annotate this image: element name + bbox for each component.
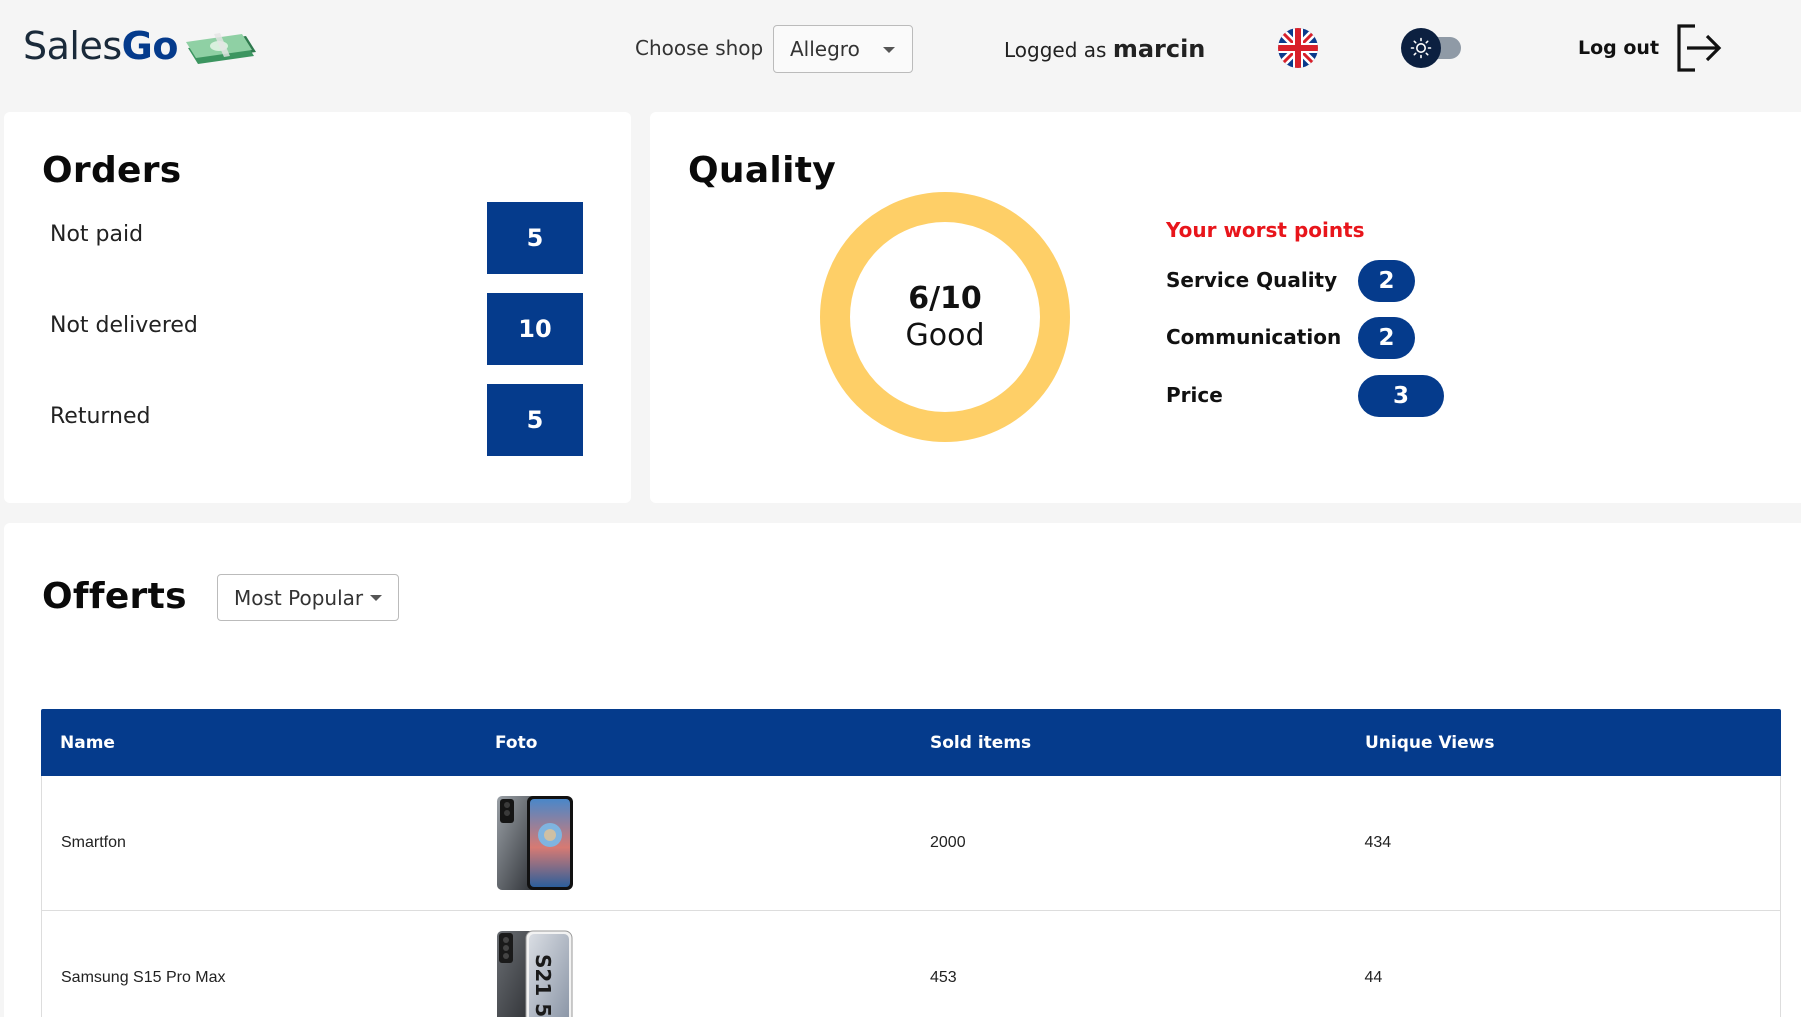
- quality-score-display: 6/10 Good: [820, 192, 1070, 442]
- worst-point-label: Price: [1166, 383, 1223, 407]
- table-row[interactable]: Samsung S15 Pro Max S21 5G 453 44: [41, 911, 1781, 1017]
- worst-point-badge: 2: [1358, 260, 1415, 302]
- orders-card: Orders Not paid 5 Not delivered 10 Retur…: [4, 112, 631, 503]
- order-label: Not delivered: [50, 313, 198, 338]
- order-count-badge[interactable]: 10: [487, 293, 583, 365]
- toggle-knob: [1401, 28, 1441, 68]
- worst-point-label: Communication: [1166, 325, 1342, 349]
- choose-shop-label: Choose shop: [635, 36, 764, 60]
- worst-points-title: Your worst points: [1166, 218, 1365, 242]
- theme-toggle[interactable]: [1401, 28, 1461, 68]
- smartphone-photo: S21 5G: [496, 930, 572, 1017]
- orders-title: Orders: [42, 150, 182, 191]
- app-logo[interactable]: SalesGo: [23, 24, 178, 68]
- quality-title: Quality: [688, 150, 836, 191]
- logout-button[interactable]: Log out: [1578, 20, 1723, 76]
- order-label: Returned: [50, 404, 151, 429]
- offer-photo-cell: [477, 795, 912, 891]
- column-header-sold-items[interactable]: Sold items: [911, 733, 1346, 753]
- order-row-returned: Returned 5: [4, 384, 631, 456]
- offer-sold-items: 2000: [930, 834, 966, 851]
- uk-flag-icon[interactable]: [1278, 28, 1318, 68]
- offer-unique-views: 434: [1364, 834, 1392, 851]
- offer-name: Samsung S15 Pro Max: [61, 969, 226, 986]
- table-row[interactable]: Smartfon 2000 434: [41, 776, 1781, 911]
- worst-point-badge: 3: [1358, 375, 1444, 417]
- order-row-not-paid: Not paid 5: [4, 202, 631, 274]
- shop-select-value: Allegro: [790, 37, 860, 61]
- table-header: Name Foto Sold items Unique Views: [41, 709, 1781, 776]
- sort-select-value: Most Popular: [234, 585, 364, 610]
- worst-point-price: Price 3: [1166, 375, 1566, 417]
- offers-title: Offerts: [42, 576, 187, 617]
- order-count-badge[interactable]: 5: [487, 384, 583, 456]
- worst-point-communication: Communication 2: [1166, 317, 1566, 359]
- offers-card: Offerts Most Popular Name Foto Sold item…: [4, 523, 1801, 1017]
- sun-icon: [1410, 37, 1432, 59]
- chevron-down-icon: [883, 47, 895, 53]
- logged-user-text: Logged as marcin: [1004, 35, 1205, 63]
- smartphone-photo: [496, 796, 573, 890]
- order-count-badge[interactable]: 5: [487, 202, 583, 274]
- offers-table: Name Foto Sold items Unique Views Smartf…: [41, 709, 1781, 1017]
- top-bar: SalesGo Choose shop Allegro Logged as ma…: [0, 0, 1801, 100]
- quality-rating: Good: [905, 318, 985, 353]
- logo-text-go: Go: [121, 24, 179, 68]
- offers-sort-select[interactable]: Most Popular: [217, 574, 399, 621]
- column-header-foto[interactable]: Foto: [476, 733, 911, 753]
- logout-icon: [1677, 24, 1722, 72]
- worst-point-service-quality: Service Quality 2: [1166, 260, 1566, 302]
- svg-text:S21 5G: S21 5G: [531, 954, 555, 1017]
- column-header-name[interactable]: Name: [41, 733, 476, 753]
- worst-point-label: Service Quality: [1166, 268, 1338, 292]
- order-row-not-delivered: Not delivered 10: [4, 293, 631, 365]
- quality-card: Quality 6/10 Good Your worst points Serv…: [650, 112, 1801, 503]
- worst-point-badge: 2: [1358, 317, 1415, 359]
- chevron-down-icon: [370, 595, 382, 601]
- username: marcin: [1112, 35, 1206, 63]
- logo-text-sales: Sales: [23, 24, 122, 68]
- offer-name: Smartfon: [61, 834, 126, 851]
- shop-select[interactable]: Allegro: [773, 25, 913, 73]
- logout-label: Log out: [1578, 37, 1660, 59]
- offer-photo-cell: S21 5G: [477, 930, 912, 1017]
- logged-prefix: Logged as: [1004, 38, 1107, 62]
- quality-score: 6/10: [908, 281, 982, 316]
- offer-sold-items: 453: [930, 969, 957, 986]
- column-header-unique-views[interactable]: Unique Views: [1346, 733, 1781, 753]
- order-label: Not paid: [50, 222, 144, 247]
- money-stack-icon: [186, 33, 256, 64]
- offer-unique-views: 44: [1364, 969, 1383, 986]
